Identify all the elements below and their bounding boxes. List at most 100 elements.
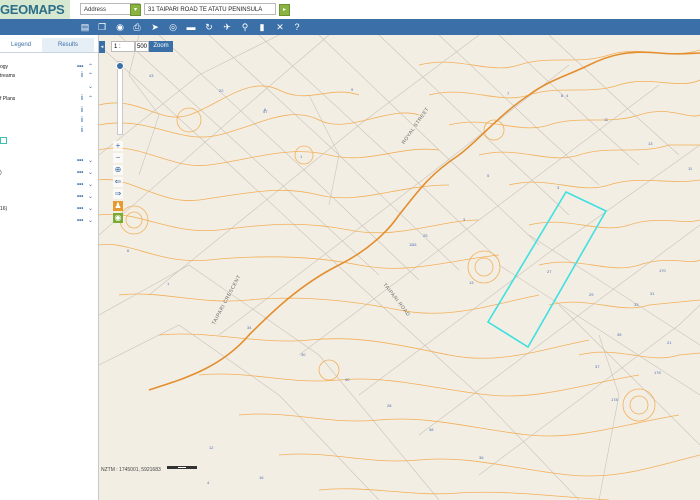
main-toolbar: ▤ ❐ ◉ ⎙ ➤ ◎ ▬ ↻ ✈ ⚲ ▮ ✕ ? <box>0 19 700 35</box>
globe-icon[interactable]: ⊕ <box>113 165 123 175</box>
legend-row-a[interactable]: ••• ⌄ <box>0 157 98 165</box>
legend-row-c[interactable]: ••• ⌄ <box>0 181 98 189</box>
lot-number: 31 <box>650 291 655 296</box>
legend-row-label: 16) <box>0 206 8 212</box>
legend-row-d[interactable]: ••• ⌄ <box>0 193 98 201</box>
walker-icon[interactable]: ✈ <box>221 21 233 33</box>
info-icon[interactable]: i <box>81 72 83 80</box>
lot-number: 11 <box>409 242 414 247</box>
scale-bar-seg <box>177 466 187 469</box>
layers-icon[interactable]: ▤ <box>79 21 91 33</box>
chevron-down-icon[interactable]: ⌄ <box>88 83 93 91</box>
address-search-input[interactable]: 31 TAIPARI ROAD TE ATATU PENINSULA <box>144 3 276 15</box>
lot-number: 28 <box>387 403 392 408</box>
zoom-slider-handle[interactable] <box>116 62 124 70</box>
legend-row-plans[interactable]: f Plans i ⌃ <box>0 95 98 103</box>
info-icon[interactable]: i <box>81 107 83 115</box>
zoom-out-button[interactable]: − <box>113 153 123 163</box>
chevron-up-icon[interactable]: ⌃ <box>88 95 93 103</box>
refresh-icon[interactable]: ↻ <box>203 21 215 33</box>
info-icon[interactable]: i <box>81 95 83 103</box>
zoom-slider[interactable] <box>116 61 124 135</box>
tab-results[interactable]: Results <box>42 38 94 53</box>
more-options-icon[interactable]: ••• <box>77 217 83 225</box>
map-nav-controls: + − ⊕ ⇐ ⇒ ♟ ◉ <box>113 141 123 225</box>
more-options-icon[interactable]: ••• <box>77 63 83 71</box>
lot-number: 11 <box>688 166 693 171</box>
print-icon[interactable]: ⎙ <box>131 21 143 33</box>
lot-number: 7 <box>507 91 510 96</box>
more-options-icon[interactable]: ••• <box>77 157 83 165</box>
lot-number: 8 <box>561 93 564 98</box>
back-arrow-icon[interactable]: ⇐ <box>113 177 123 187</box>
legend-row-streams[interactable]: treams i ⌃ <box>0 72 98 80</box>
lot-number: 13 <box>648 141 653 146</box>
lot-number: 12 <box>209 445 214 450</box>
collapse-panel-button[interactable]: ◂ <box>99 41 105 53</box>
lot-number: 30 <box>301 352 306 357</box>
lot-number: 40 <box>345 377 350 382</box>
pin-icon[interactable]: ⚲ <box>239 21 251 33</box>
lot-number: 3 <box>557 185 560 190</box>
lot-number: 37 <box>595 364 600 369</box>
forward-arrow-icon[interactable]: ⇒ <box>113 189 123 199</box>
lot-number: 9 <box>351 87 354 92</box>
more-options-icon[interactable]: ••• <box>77 169 83 177</box>
lot-number: 5 <box>487 173 490 178</box>
tools-icon[interactable]: ✕ <box>274 21 286 33</box>
more-options-icon[interactable]: ••• <box>77 181 83 189</box>
pointer-icon[interactable]: ➤ <box>149 21 161 33</box>
legend-row-sub: i <box>0 107 98 115</box>
measure-icon[interactable]: ▬ <box>185 21 197 33</box>
chevron-up-icon[interactable]: ⌃ <box>88 72 93 80</box>
app-header: GEOMAPS Address ▾ 31 TAIPARI ROAD TE ATA… <box>0 0 700 20</box>
lot-number: 35 <box>617 332 622 337</box>
lot-number: 38 <box>429 427 434 432</box>
chevron-down-icon[interactable]: ⌄ <box>88 217 93 225</box>
eye-icon[interactable]: ◉ <box>114 21 126 33</box>
legend-row-f[interactable]: ••• ⌄ <box>0 217 98 225</box>
chevron-down-icon[interactable]: ⌄ <box>88 157 93 165</box>
help-icon[interactable]: ? <box>291 21 303 33</box>
lot-number: 6 <box>127 248 130 253</box>
lot-number: 11 <box>604 117 609 122</box>
bookmark-icon[interactable]: ▮ <box>256 21 268 33</box>
legend-row-geology[interactable]: ogy ••• ⌃ <box>0 63 98 71</box>
chevron-down-icon[interactable]: ⌄ <box>88 205 93 213</box>
lot-number: 36 <box>479 455 484 460</box>
legend-row-label: ogy <box>0 64 9 70</box>
legend-row-b[interactable]: ) ••• ⌄ <box>0 169 98 177</box>
lot-number: 16 <box>259 475 264 480</box>
info-icon[interactable]: i <box>81 117 83 125</box>
target-icon[interactable]: ◎ <box>167 21 179 33</box>
scale-input[interactable]: 500 <box>135 41 149 52</box>
chevron-down-icon[interactable]: ⌄ <box>88 181 93 189</box>
search-type-dropdown-button[interactable]: ▾ <box>130 4 141 16</box>
zoom-button[interactable]: Zoom <box>149 41 173 52</box>
person-icon[interactable]: ♟ <box>113 201 123 211</box>
lot-number: 29 <box>589 292 594 297</box>
info-icon[interactable]: i <box>81 127 83 135</box>
search-go-button[interactable]: ▸ <box>279 4 290 16</box>
locate-icon[interactable]: ◉ <box>113 213 123 223</box>
chevron-down-icon[interactable]: ⌄ <box>88 169 93 177</box>
chevron-up-icon[interactable]: ⌃ <box>88 63 93 71</box>
lot-number: 13 <box>469 280 474 285</box>
tab-legend[interactable]: Legend <box>0 38 42 52</box>
legend-row-label: f Plans <box>0 96 16 102</box>
lot-number: 27 <box>547 269 552 274</box>
more-options-icon[interactable]: ••• <box>77 193 83 201</box>
copy-icon[interactable]: ❐ <box>96 21 108 33</box>
map-layer <box>99 35 700 500</box>
legend-row-chevron[interactable]: ⌄ <box>0 83 98 91</box>
legend-row-e[interactable]: 16) ••• ⌄ <box>0 205 98 213</box>
lot-number: 178 <box>611 397 618 402</box>
more-options-icon[interactable]: ••• <box>77 205 83 213</box>
chevron-down-icon[interactable]: ⌄ <box>88 193 93 201</box>
lot-number: 21 <box>667 340 672 345</box>
legend-row-label: treams <box>0 73 16 79</box>
map-canvas[interactable]: TAIPARI ROAD TAIPARI CRESCENT ROYAL STRE… <box>99 35 700 500</box>
zoom-in-button[interactable]: + <box>113 141 123 151</box>
legend-row-sub2: i <box>0 117 98 125</box>
scale-prefix: 1 : <box>111 41 135 52</box>
